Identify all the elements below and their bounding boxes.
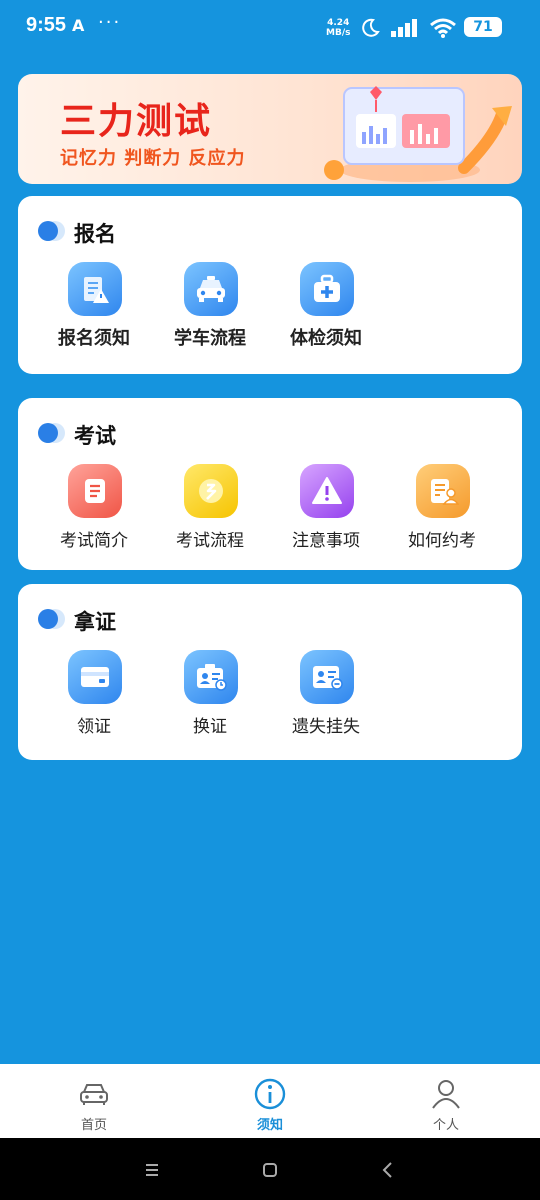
status-time: 9:55 <box>26 14 67 36</box>
card-icon <box>68 650 122 704</box>
exam-section-card: 考试 考试简介 考试流程 注意事项 如何约考 <box>18 398 522 570</box>
banner-title: 三力测试 <box>60 101 213 142</box>
section-bullet-icon <box>38 221 65 241</box>
network-speed: 4.24 MB/s <box>326 18 350 38</box>
id-lost-icon <box>300 650 354 704</box>
flow-icon <box>184 464 238 518</box>
medical-kit-icon <box>300 262 354 316</box>
signup-notice-label: 报名须知 <box>58 328 130 349</box>
do-not-disturb-icon <box>362 18 380 37</box>
car-outline-icon <box>80 1084 108 1105</box>
recent-apps-icon[interactable] <box>140 1158 164 1182</box>
status-bar: 9:55 A ··· 4.24 MB/s 71 <box>0 0 540 56</box>
wifi-icon <box>430 18 456 38</box>
system-nav-bar <box>0 1138 540 1200</box>
nav-profile-label: 个人 <box>432 1118 459 1133</box>
signup-section-title: 报名 <box>74 222 116 246</box>
exam-precautions-button[interactable]: 注意事项 <box>268 464 384 560</box>
signal-icon <box>391 19 417 37</box>
appointment-icon <box>416 464 470 518</box>
renew-license-label: 换证 <box>193 717 227 737</box>
driving-process-label: 学车流程 <box>174 328 246 349</box>
collect-license-label: 领证 <box>77 717 111 737</box>
nav-home[interactable]: 首页 <box>4 1064 184 1138</box>
exam-section-title: 考试 <box>74 424 116 448</box>
document-icon <box>68 464 122 518</box>
warning-icon <box>300 464 354 518</box>
promo-banner[interactable]: 三力测试 记忆力 判断力 反应力 <box>18 74 522 184</box>
home-icon[interactable] <box>258 1158 282 1182</box>
person-icon <box>432 1080 460 1109</box>
nav-notice[interactable]: 须知 <box>180 1064 360 1138</box>
exam-booking-button[interactable]: 如何约考 <box>384 464 500 560</box>
report-lost-button[interactable]: 遗失挂失 <box>268 650 384 746</box>
network-speed-value: 4.24 <box>327 18 350 28</box>
renew-license-button[interactable]: 换证 <box>152 650 268 746</box>
medical-notice-button[interactable]: 体检须知 <box>268 262 384 358</box>
medical-notice-label: 体检须知 <box>290 328 362 349</box>
exam-process-button[interactable]: 考试流程 <box>152 464 268 560</box>
exam-booking-label: 如何约考 <box>408 531 476 551</box>
nav-home-label: 首页 <box>80 1118 107 1133</box>
network-speed-unit: MB/s <box>326 28 351 38</box>
battery-indicator: 71 <box>464 17 502 37</box>
nav-profile[interactable]: 个人 <box>356 1064 536 1138</box>
signup-notice-button[interactable]: 报名须知 <box>36 262 152 358</box>
banner-illustration <box>324 86 512 182</box>
banner-subtitle: 记忆力 判断力 反应力 <box>60 148 246 169</box>
license-section-title: 拿证 <box>74 610 116 634</box>
section-bullet-icon <box>38 423 65 443</box>
id-renew-icon <box>184 650 238 704</box>
back-icon[interactable] <box>376 1158 400 1182</box>
collect-license-button[interactable]: 领证 <box>36 650 152 746</box>
more-notifications-icon: ··· <box>98 12 122 33</box>
section-bullet-icon <box>38 609 65 629</box>
car-icon <box>184 262 238 316</box>
signup-section-card: 报名 报名须知 学车流程 体检须知 <box>18 196 522 374</box>
bottom-nav: 首页 须知 个人 <box>0 1064 540 1138</box>
nav-notice-label: 须知 <box>256 1118 283 1133</box>
license-section-card: 拿证 领证 换证 遗失挂失 <box>18 584 522 760</box>
report-lost-label: 遗失挂失 <box>292 717 360 737</box>
app-indicator-icon: A <box>72 16 85 35</box>
exam-intro-label: 考试简介 <box>60 531 128 551</box>
info-icon <box>254 1078 286 1110</box>
exam-precautions-label: 注意事项 <box>292 531 360 551</box>
driving-process-button[interactable]: 学车流程 <box>152 262 268 358</box>
exam-process-label: 考试流程 <box>176 531 244 551</box>
document-warning-icon <box>68 262 122 316</box>
exam-intro-button[interactable]: 考试简介 <box>36 464 152 560</box>
